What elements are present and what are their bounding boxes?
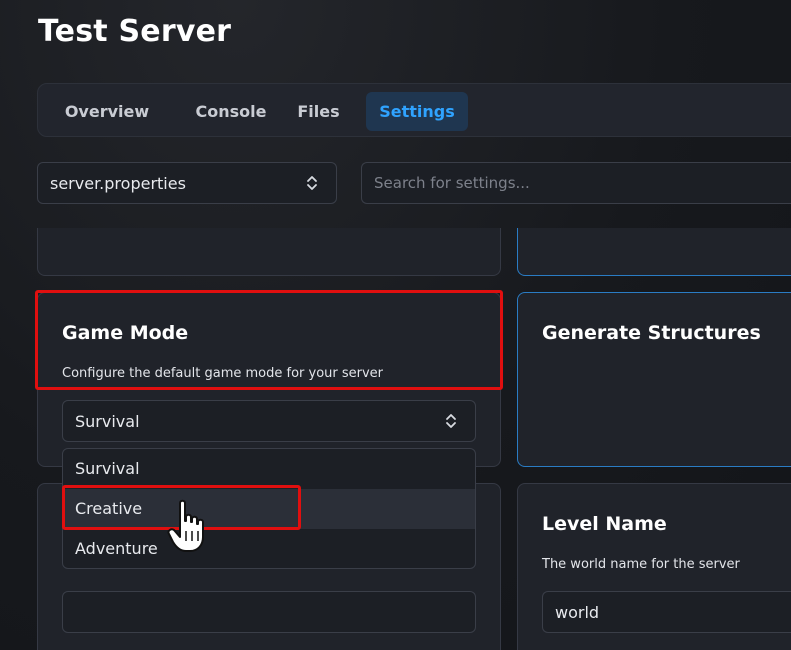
setting-card-above-right (517, 228, 791, 276)
level-name-title: Level Name (542, 513, 667, 535)
tab-bar: Overview Console Files Settings (37, 83, 791, 137)
option-adventure[interactable]: Adventure (63, 529, 475, 568)
generate-structures-title: Generate Structures (542, 322, 761, 344)
file-select[interactable]: server.properties (37, 162, 337, 204)
tab-settings[interactable]: Settings (366, 92, 468, 131)
option-survival[interactable]: Survival (63, 449, 475, 489)
generate-structures-card: Generate Structures (517, 292, 791, 467)
game-mode-select[interactable]: Survival (62, 400, 476, 442)
highlight-box-game-mode (35, 290, 503, 390)
search-input[interactable] (361, 162, 791, 204)
level-name-description: The world name for the server (542, 557, 740, 572)
setting-card-above-left (37, 228, 501, 276)
chevron-updown-icon (307, 176, 317, 190)
page-title: Test Server (38, 14, 232, 49)
tab-overview[interactable]: Overview (52, 92, 162, 131)
hand-pointer-icon (167, 499, 204, 552)
chevron-updown-icon (446, 414, 456, 428)
setting-input-lower-left[interactable] (62, 591, 476, 633)
tab-files[interactable]: Files (286, 92, 351, 131)
level-name-value: world (555, 603, 600, 622)
level-name-input[interactable]: world (542, 591, 791, 633)
game-mode-select-value: Survival (75, 412, 140, 431)
file-select-value: server.properties (50, 174, 186, 193)
tab-console[interactable]: Console (176, 92, 286, 131)
settings-page: Test Server Overview Console Files Setti… (0, 0, 791, 650)
